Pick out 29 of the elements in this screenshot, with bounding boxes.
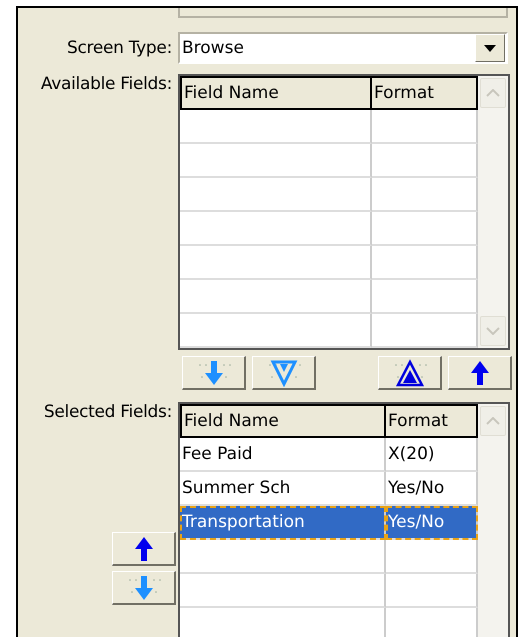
move-button[interactable] [112, 532, 176, 566]
table-cell: Transportation [180, 506, 386, 540]
field-label: Screen Type: [66, 38, 173, 58]
field-label: Available Fields: [40, 74, 173, 96]
dropdown-arrow-icon [484, 44, 496, 52]
scroll-up-icon [486, 417, 500, 425]
table-cell: Fee Paid [180, 438, 386, 472]
move-button[interactable] [182, 356, 246, 390]
move-button[interactable] [448, 356, 512, 390]
column-header[interactable]: Format [386, 406, 476, 436]
input-field[interactable] [178, 8, 508, 18]
column-header[interactable]: Field Name [182, 78, 372, 108]
fields-table[interactable]: Field Name Format [178, 74, 510, 350]
scrollbar[interactable] [478, 76, 508, 348]
move-button[interactable] [252, 356, 316, 390]
scroll-down-icon [486, 327, 500, 335]
table-row[interactable]: Fee Paid X(20) [180, 438, 478, 472]
scrollbar[interactable] [478, 404, 508, 637]
move-button[interactable] [112, 571, 176, 605]
fields-table[interactable]: Field Name Format Fee Paid X(20) Summer Sch Yes/No Transportation Yes/No [178, 402, 510, 637]
scroll-up-icon [486, 89, 500, 97]
table-row[interactable]: Transportation Yes/No [180, 506, 478, 540]
field-label: Selected Fields: [42, 402, 173, 422]
screen-type-dropdown[interactable]: Browse [178, 32, 508, 64]
move-button[interactable] [378, 356, 442, 390]
column-header[interactable]: Format [372, 78, 476, 108]
column-header[interactable]: Field Name [182, 406, 386, 436]
dropdown-value: Browse [181, 38, 245, 58]
table-cell: Yes/No [386, 506, 478, 540]
